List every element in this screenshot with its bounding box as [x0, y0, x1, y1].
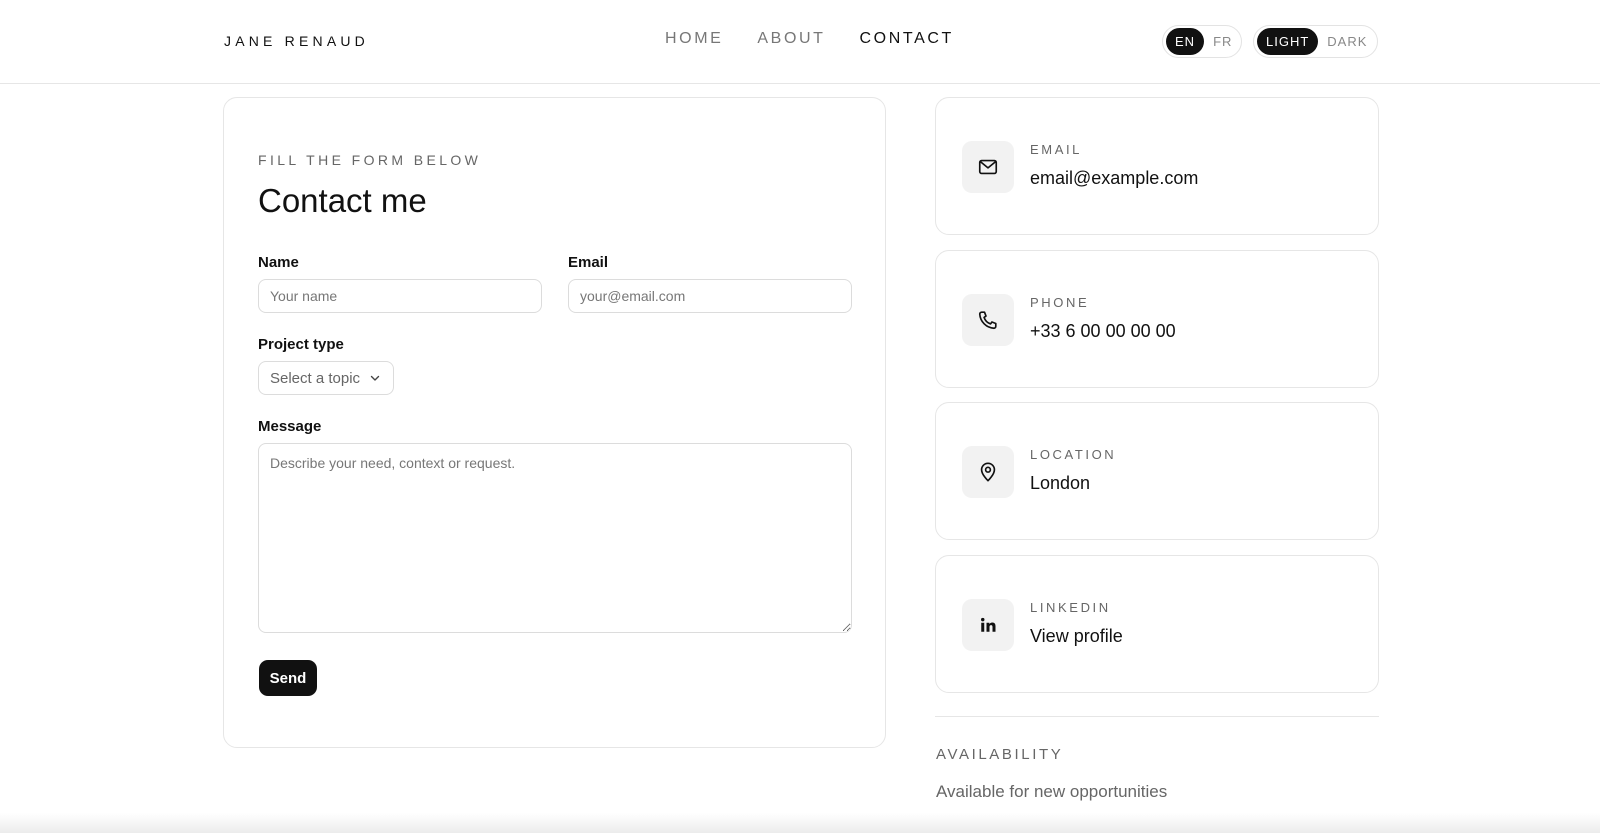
language-toggle: EN FR: [1162, 25, 1242, 58]
name-input[interactable]: [258, 279, 542, 313]
page-title: Contact me: [258, 182, 427, 219]
project-type-selected: Select a topic: [270, 369, 361, 387]
nav-contact[interactable]: CONTACT: [860, 30, 954, 48]
contact-form-card: FILL THE FORM BELOW Contact me Name Emai…: [223, 97, 886, 748]
location-pin-icon: [962, 446, 1014, 498]
message-label: Message: [258, 418, 322, 435]
phone-card-value[interactable]: +33 6 00 00 00 00: [1030, 321, 1176, 342]
send-button[interactable]: Send: [259, 660, 317, 696]
email-card-label: EMAIL: [1030, 142, 1083, 157]
availability-label: AVAILABILITY: [936, 746, 1064, 763]
project-type-label: Project type: [258, 336, 344, 353]
theme-option-dark[interactable]: DARK: [1318, 28, 1376, 55]
linkedin-card-label: LINKEDIN: [1030, 600, 1111, 615]
site-header: JANE RENAUD HOME ABOUT CONTACT EN FR LIG…: [0, 0, 1600, 84]
location-card: LOCATION London: [935, 402, 1379, 540]
form-eyebrow: FILL THE FORM BELOW: [258, 152, 482, 168]
email-card: EMAIL email@example.com: [935, 97, 1379, 235]
main-nav: HOME ABOUT CONTACT: [665, 30, 954, 48]
chevron-down-icon: [370, 375, 380, 381]
name-label: Name: [258, 254, 299, 271]
language-option-fr[interactable]: FR: [1204, 28, 1241, 55]
linkedin-icon: [962, 599, 1014, 651]
nav-about[interactable]: ABOUT: [757, 30, 825, 48]
location-card-value: London: [1030, 473, 1091, 493]
availability-divider: [935, 716, 1379, 717]
language-option-en[interactable]: EN: [1166, 28, 1205, 55]
email-label: Email: [568, 254, 609, 271]
bottom-fade: [0, 813, 1600, 833]
theme-toggle: LIGHT DARK: [1253, 25, 1378, 58]
brand-logo[interactable]: JANE RENAUD: [224, 33, 369, 49]
message-textarea[interactable]: [258, 443, 852, 633]
location-card-label: LOCATION: [1030, 447, 1117, 462]
phone-card-label: PHONE: [1030, 295, 1090, 310]
nav-home[interactable]: HOME: [665, 30, 723, 48]
phone-icon: [962, 294, 1014, 346]
theme-option-light[interactable]: LIGHT: [1257, 28, 1319, 55]
availability-text: Available for new opportunities: [936, 782, 1168, 801]
email-input[interactable]: [568, 279, 852, 313]
linkedin-card: LINKEDIN View profile: [935, 555, 1379, 693]
project-type-select[interactable]: Select a topic: [258, 361, 394, 395]
mail-icon: [962, 141, 1014, 193]
phone-card: PHONE +33 6 00 00 00 00: [935, 250, 1379, 388]
email-card-value[interactable]: email@example.com: [1030, 168, 1198, 189]
linkedin-profile-link[interactable]: View profile: [1030, 626, 1123, 647]
